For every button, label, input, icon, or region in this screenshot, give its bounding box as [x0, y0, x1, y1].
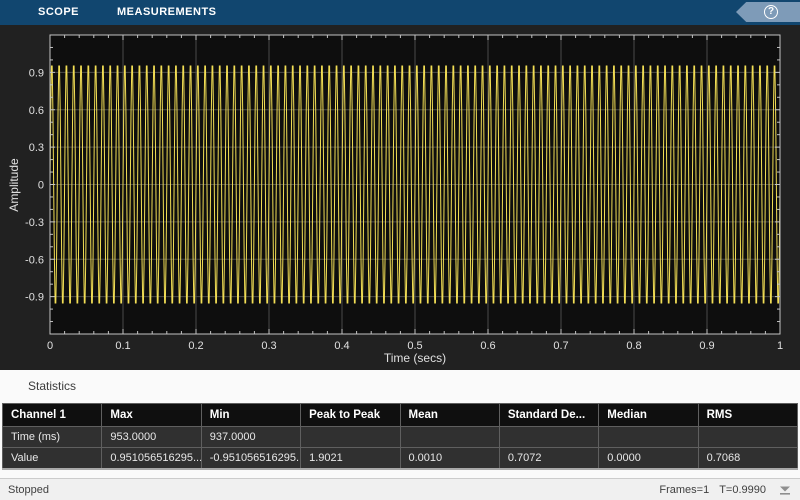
svg-text:-0.6: -0.6	[25, 254, 44, 266]
waveform-plot[interactable]: 0 0.1 0.2 0.3 0.4 0.5 0.6 0.7 0.8 0.9 1-0.9-0.6-0.…	[0, 25, 800, 370]
stats-cell: 0.7072	[498, 447, 600, 469]
x-axis-label: Time (secs)	[383, 351, 447, 365]
svg-text:-0.9: -0.9	[25, 292, 44, 304]
stats-cell	[399, 426, 500, 448]
stats-cell: 1.9021	[300, 447, 401, 469]
stats-column-header: Max	[101, 403, 202, 427]
svg-text:0.6: 0.6	[29, 105, 44, 117]
help-icon: ?	[764, 5, 778, 19]
stats-header-row: Channel 1 Max Min Peak to Peak Mean Standard …	[1, 403, 799, 427]
stats-cell	[300, 426, 401, 448]
stats-cell: 953.0000	[101, 426, 202, 448]
svg-text:0.3: 0.3	[29, 142, 44, 154]
stats-cell: 0.0000	[598, 447, 699, 469]
statistics-panel: Statistics Channel 1 Max Min Peak to Peak Me…	[0, 370, 800, 478]
stats-cell: Value	[1, 447, 103, 469]
stats-cell	[697, 426, 799, 448]
stats-cell: 0.0010	[399, 447, 500, 469]
stats-column-header: Standard De...	[498, 403, 600, 427]
svg-text:0: 0	[38, 180, 44, 192]
status-text: Stopped	[8, 483, 49, 496]
frames-counter: Frames=1	[659, 483, 710, 496]
svg-text:0.9: 0.9	[29, 67, 44, 79]
stats-row: Value 0.951056516295... -0.951056516295...…	[1, 447, 799, 469]
stats-column-header: Mean	[399, 403, 500, 427]
y-axis-label: Amplitude	[7, 158, 21, 212]
plot-panel: 0 0.1 0.2 0.3 0.4 0.5 0.6 0.7 0.8 0.9 1 -0.9 -0.6 -0.…	[0, 25, 800, 370]
tab-scope[interactable]: SCOPE	[38, 0, 79, 25]
stats-row: Time (ms) 953.0000 937.0000	[1, 426, 799, 448]
y-tick-labels: -0.9 -0.6 -0.3 0 0.3 0.6 0.9	[25, 67, 44, 303]
stats-cell: 937.0000	[200, 426, 302, 448]
help-button[interactable]: ?	[736, 2, 800, 22]
stats-cell	[598, 426, 699, 448]
statistics-panel-header[interactable]: Statistics	[0, 370, 800, 402]
statistics-table: Channel 1 Max Min Peak to Peak Mean Standard …	[1, 403, 799, 470]
sim-time: T=0.9990	[719, 483, 766, 496]
stats-cell: 0.951056516295...	[101, 447, 202, 469]
stats-column-header: RMS	[697, 403, 799, 427]
stats-cell	[498, 426, 600, 448]
stats-column-header: Channel 1	[1, 403, 103, 427]
dock-panel-icon[interactable]	[778, 484, 792, 496]
stats-column-header: Min	[200, 403, 302, 427]
stats-column-header: Peak to Peak	[300, 403, 401, 427]
tab-measurements[interactable]: MEASUREMENTS	[117, 0, 217, 25]
stats-cell: 0.7068	[697, 447, 799, 469]
stats-cell: -0.951056516295...	[200, 447, 302, 469]
scope-window: SCOPE MEASUREMENTS ? 0 0.1 0.2 0.3 0.4 0.5 0.6…	[0, 0, 800, 500]
status-right: Frames=1 T=0.9990	[659, 484, 792, 496]
svg-text:-0.3: -0.3	[25, 217, 44, 229]
status-bar: Stopped Frames=1 T=0.9990	[0, 478, 800, 500]
stats-cell: Time (ms)	[1, 426, 103, 448]
stats-column-header: Median	[598, 403, 699, 427]
toolbar: SCOPE MEASUREMENTS ?	[0, 0, 800, 25]
